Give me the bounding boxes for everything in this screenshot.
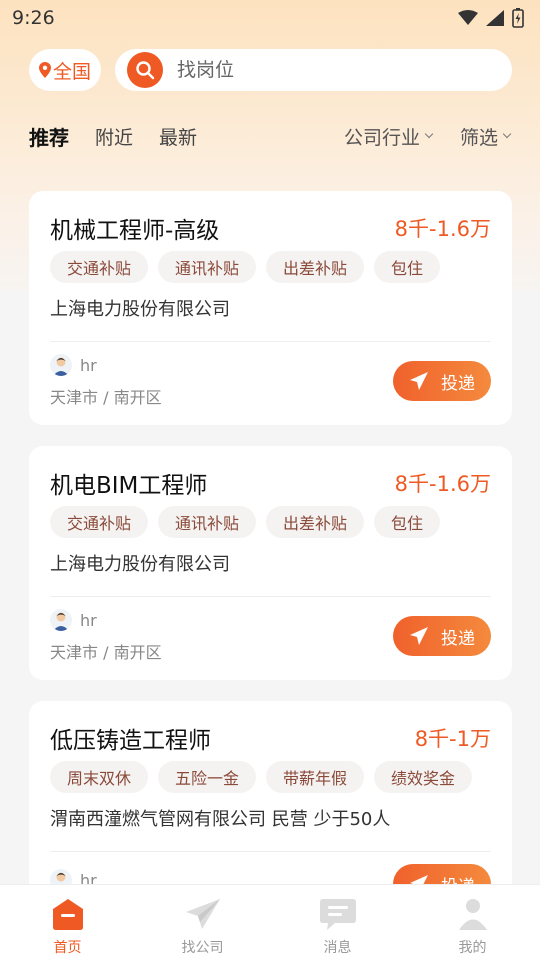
job-tags: 交通补贴 通讯补贴 出差补贴 包住 (50, 251, 491, 283)
job-tag: 通讯补贴 (158, 251, 257, 283)
message-icon (319, 899, 356, 930)
search-input[interactable] (177, 59, 427, 81)
job-title: 机电BIM工程师 (50, 473, 208, 499)
search-row: 全国 (29, 49, 512, 91)
job-tag: 交通补贴 (50, 506, 149, 538)
hr-name: hr (80, 610, 97, 630)
location-pin-icon (38, 62, 51, 78)
job-title: 机械工程师-高级 (50, 218, 220, 244)
job-tag: 出差补贴 (266, 251, 365, 283)
bottom-nav: 首页 找公司 消息 我的 (0, 884, 540, 960)
job-tag: 五险一金 (158, 761, 257, 793)
status-icons (458, 8, 524, 28)
nav-label: 找公司 (181, 940, 224, 956)
nav-label: 首页 (53, 940, 82, 956)
search-icon[interactable] (127, 52, 163, 88)
nav-label: 我的 (458, 940, 487, 956)
job-salary: 8千-1万 (414, 727, 491, 751)
divider (50, 341, 491, 342)
job-location: 天津市 / 南开区 (50, 388, 162, 407)
job-tag: 通讯补贴 (158, 506, 257, 538)
job-card[interactable]: 机电BIM工程师 8千-1.6万 交通补贴 通讯补贴 出差补贴 包住 上海电力股… (29, 446, 512, 680)
user-icon (458, 899, 487, 930)
job-tag: 周末双休 (50, 761, 149, 793)
hr-avatar (50, 354, 72, 376)
chevron-down-icon (502, 129, 512, 139)
filters: 公司行业 筛选 (343, 123, 512, 150)
region-selector[interactable]: 全国 (29, 49, 101, 91)
tab-latest[interactable]: 最新 (159, 123, 197, 150)
filter-industry[interactable]: 公司行业 (343, 123, 434, 150)
tab-nearby[interactable]: 附近 (95, 123, 133, 150)
apply-button[interactable]: 投递 (393, 616, 491, 656)
feed-tabs: 推荐 附近 最新 公司行业 筛选 (29, 116, 512, 156)
signal-icon (486, 10, 504, 26)
send-icon (410, 372, 428, 390)
job-salary: 8千-1.6万 (394, 472, 491, 496)
hr-avatar (50, 609, 72, 631)
job-tag: 带薪年假 (266, 761, 365, 793)
apply-button[interactable]: 投递 (393, 361, 491, 401)
company-name: 渭南西潼燃气管网有限公司 民营 少于50人 (50, 809, 391, 830)
job-tags: 周末双休 五险一金 带薪年假 绩效奖金 (50, 761, 491, 793)
paper-plane-icon (185, 899, 220, 929)
wifi-icon (458, 10, 478, 25)
job-tag: 出差补贴 (266, 506, 365, 538)
tab-recommended[interactable]: 推荐 (29, 122, 69, 151)
filter-screen[interactable]: 筛选 (459, 123, 512, 150)
nav-label: 消息 (323, 940, 352, 956)
job-tag: 交通补贴 (50, 251, 149, 283)
hr-name: hr (80, 355, 97, 375)
company-name: 上海电力股份有限公司 (50, 554, 230, 575)
job-salary: 8千-1.6万 (394, 217, 491, 241)
chevron-down-icon (424, 129, 434, 139)
region-label: 全国 (52, 60, 91, 83)
search-box[interactable] (115, 49, 512, 91)
nav-profile[interactable]: 我的 (405, 885, 540, 960)
nav-find-company[interactable]: 找公司 (135, 885, 270, 960)
job-tag: 包住 (374, 506, 441, 538)
divider (50, 596, 491, 597)
divider (50, 851, 491, 852)
filter-industry-label: 公司行业 (343, 126, 420, 149)
filter-screen-label: 筛选 (459, 126, 498, 149)
job-tag: 绩效奖金 (374, 761, 473, 793)
job-location: 天津市 / 南开区 (50, 643, 162, 662)
company-name: 上海电力股份有限公司 (50, 299, 230, 320)
nav-messages[interactable]: 消息 (270, 885, 405, 960)
job-title: 低压铸造工程师 (50, 728, 211, 754)
apply-label: 投递 (441, 628, 475, 649)
apply-label: 投递 (441, 373, 475, 394)
battery-icon (512, 8, 524, 28)
send-icon (410, 627, 428, 645)
status-bar: 9:26 (0, 0, 540, 36)
status-time: 9:26 (12, 7, 55, 29)
job-tags: 交通补贴 通讯补贴 出差补贴 包住 (50, 506, 491, 538)
home-icon (52, 899, 83, 930)
job-card[interactable]: 机械工程师-高级 8千-1.6万 交通补贴 通讯补贴 出差补贴 包住 上海电力股… (29, 191, 512, 425)
job-tag: 包住 (374, 251, 441, 283)
nav-home[interactable]: 首页 (0, 885, 135, 960)
